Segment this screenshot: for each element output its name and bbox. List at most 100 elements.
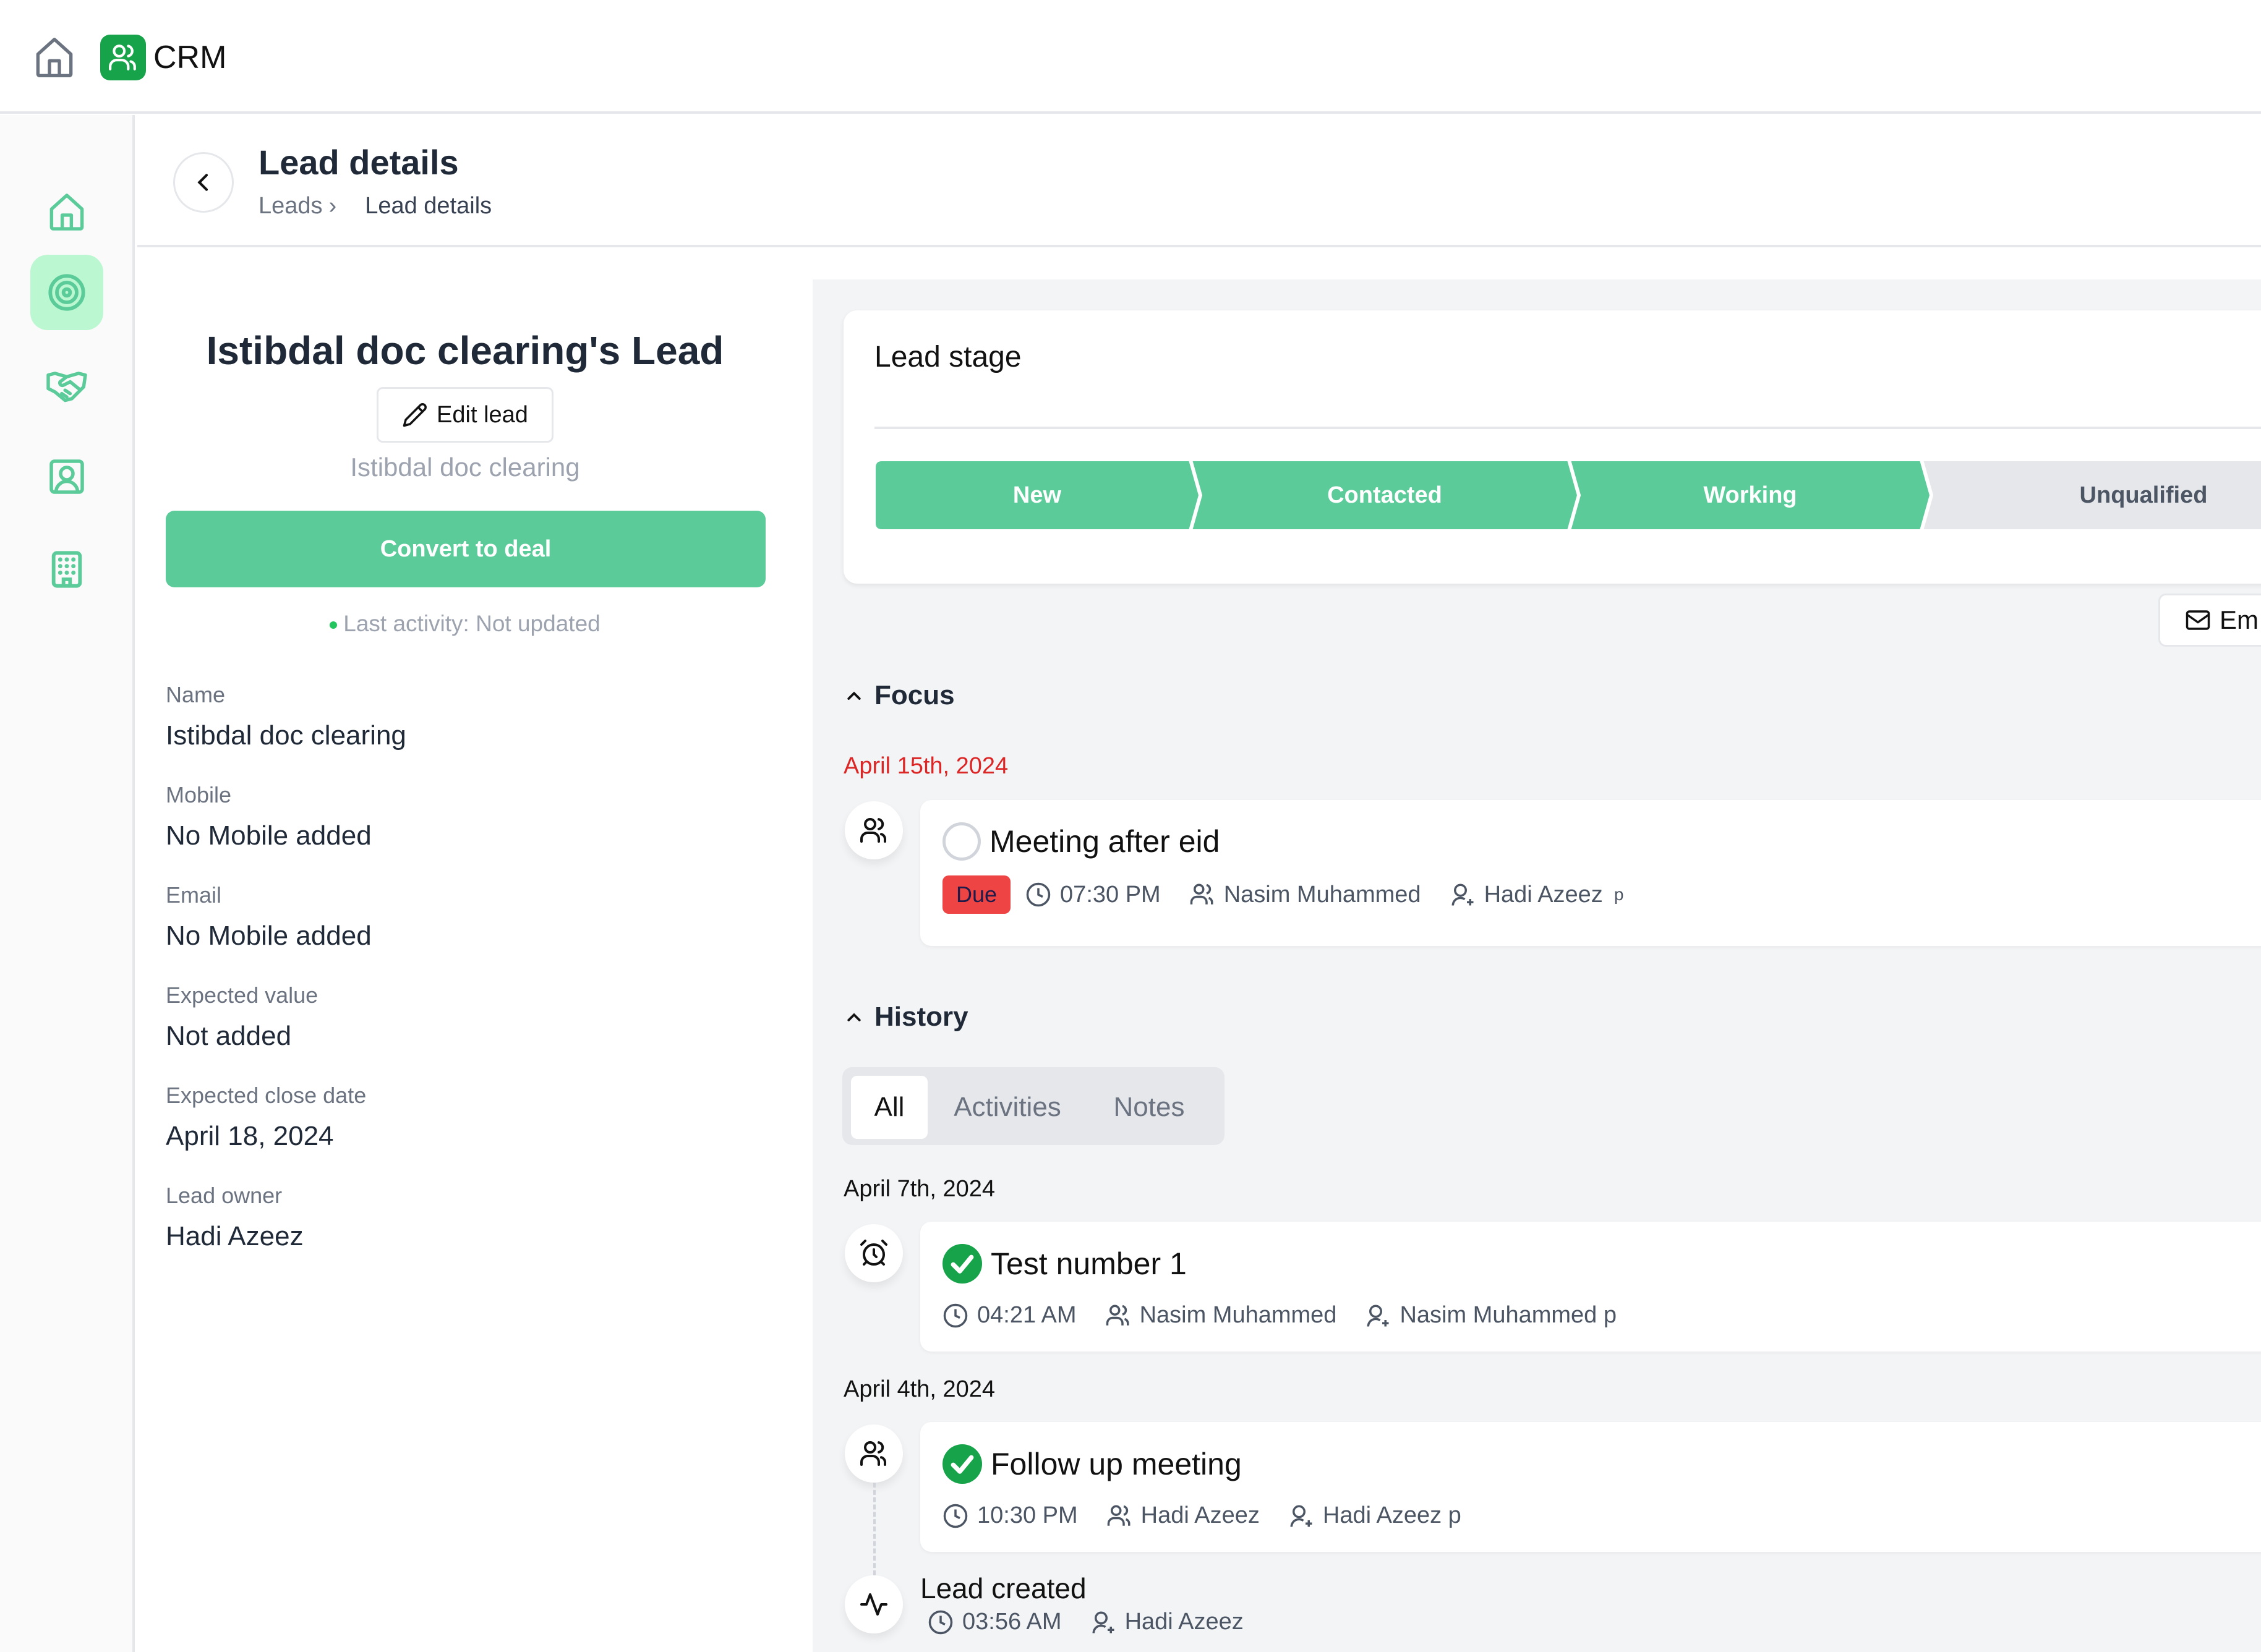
field-mobile: Mobile No Mobile added xyxy=(166,779,406,879)
assignee-suffix: p xyxy=(1613,885,1624,904)
last-activity-text: Last activity: Not updated xyxy=(343,611,601,636)
user-plus-icon xyxy=(1451,883,1474,906)
focus-toggle[interactable]: Focus xyxy=(845,680,955,711)
activity-title-row: Test number 1 xyxy=(942,1244,1187,1284)
tab-all[interactable]: All xyxy=(851,1076,928,1139)
page-header: Lead details Leads › Lead details xyxy=(137,115,2261,247)
handshake-icon xyxy=(46,372,87,402)
stage-pipeline: New Contacted Working Unqualified xyxy=(874,460,2261,530)
field-label: Email xyxy=(166,882,222,908)
field-label: Expected value xyxy=(166,982,318,1008)
contact-card-icon xyxy=(49,459,84,494)
sidebar-item-deals[interactable] xyxy=(30,347,103,423)
app-name: CRM xyxy=(153,40,227,75)
check-circle-icon[interactable] xyxy=(942,1244,982,1284)
activity-meta: 10:30 PM Hadi Azeez Hadi Azeez p xyxy=(942,1502,1461,1529)
complete-checkbox[interactable] xyxy=(942,822,981,861)
clock-icon xyxy=(943,1303,968,1327)
activity-title-row: Meeting after eid xyxy=(942,822,1220,861)
activity-panel: Lead stage New Contacted Working Unqualifie… xyxy=(813,279,2261,1652)
meeting-type-icon xyxy=(845,1424,903,1483)
lead-created-title: Lead created xyxy=(920,1572,1087,1604)
activity-icon xyxy=(860,1593,887,1616)
breadcrumb-separator: › xyxy=(328,193,337,219)
field-value: April 18, 2024 xyxy=(166,1121,334,1151)
building-icon xyxy=(51,551,82,588)
activity-time: 10:30 PM xyxy=(977,1502,1078,1528)
sidebar-item-contacts[interactable] xyxy=(30,439,103,514)
clock-icon xyxy=(928,1610,953,1634)
field-value: Istibdal doc clearing xyxy=(166,720,406,751)
last-activity: Last activity: Not updated xyxy=(137,611,793,637)
lead-created-icon-wrap xyxy=(845,1575,903,1633)
email-button-label: Em xyxy=(2220,605,2259,634)
edit-lead-label: Edit lead xyxy=(437,401,528,428)
sidebar-item-companies[interactable] xyxy=(30,532,103,607)
focus-heading: Focus xyxy=(874,680,955,710)
stage-unqualified[interactable]: Unqualified xyxy=(1922,460,2261,530)
lead-title: Istibdal doc clearing's Lead xyxy=(206,328,724,373)
status-dot xyxy=(330,621,338,629)
history-toggle[interactable]: History xyxy=(845,1002,968,1032)
users-icon xyxy=(1107,1505,1130,1526)
home-icon[interactable] xyxy=(35,36,74,79)
email-button[interactable]: Em xyxy=(2158,594,2261,647)
stage-label: Contacted xyxy=(1327,482,1442,508)
lead-stage-card: Lead stage New Contacted Working Unqualifie… xyxy=(844,310,2261,584)
chevron-up-icon xyxy=(847,691,861,700)
lead-subtitle: Istibdal doc clearing xyxy=(350,453,580,482)
users-icon xyxy=(1190,883,1213,905)
divider xyxy=(874,427,2261,429)
stage-working[interactable]: Working xyxy=(1570,460,1931,530)
check-circle-icon[interactable] xyxy=(942,1444,982,1484)
users-icon xyxy=(860,818,887,843)
breadcrumb: Leads › Lead details xyxy=(259,193,492,219)
tab-notes[interactable]: Notes xyxy=(1087,1076,1211,1139)
history-activity-card[interactable]: Test number 1 04:21 AM Nasim Muhammed Na… xyxy=(920,1222,2261,1352)
field-value: No Mobile added xyxy=(166,921,372,951)
tab-activities[interactable]: Activities xyxy=(941,1076,1074,1139)
activity-meta: 04:21 AM Nasim Muhammed Nasim Muhammed p xyxy=(942,1302,1617,1329)
crm-logo[interactable] xyxy=(100,35,146,80)
activity-participants: Nasim Muhammed xyxy=(1223,881,1421,908)
activity-participants: Nasim Muhammed xyxy=(1139,1302,1337,1328)
due-badge: Due xyxy=(942,875,1011,914)
lead-created-time: 03:56 AM xyxy=(962,1609,1062,1635)
lead-created-meta: 03:56 AM Hadi Azeez xyxy=(928,1609,1244,1635)
sidebar-item-leads[interactable] xyxy=(30,255,103,330)
edit-lead-button[interactable]: Edit lead xyxy=(377,387,553,443)
field-label: Lead owner xyxy=(166,1183,283,1208)
stage-contacted[interactable]: Contacted xyxy=(1191,460,1578,530)
field-value: No Mobile added xyxy=(166,820,372,851)
field-expected-value: Expected value Not added xyxy=(166,979,406,1079)
activity-meta: Due 07:30 PM Nasim Muhammed Hadi Azeez p xyxy=(942,875,1623,914)
history-activity-card[interactable]: Follow up meeting 10:30 PM Hadi Azeez Ha… xyxy=(920,1422,2261,1552)
pencil-icon xyxy=(403,403,427,427)
lead-fields: Name Istibdal doc clearing Mobile No Mob… xyxy=(166,679,406,1280)
meeting-type-icon xyxy=(845,801,903,859)
sidebar-item-home[interactable] xyxy=(30,174,103,250)
users-icon xyxy=(860,1441,887,1466)
activity-title: Meeting after eid xyxy=(989,824,1220,859)
back-button[interactable] xyxy=(173,152,234,213)
user-plus-icon xyxy=(1290,1505,1312,1527)
field-label: Name xyxy=(166,682,226,707)
history-tabs: All Activities Notes xyxy=(842,1067,1225,1145)
sidebar xyxy=(0,115,135,1652)
breadcrumb-current: Lead details xyxy=(365,193,492,219)
focus-activity-card[interactable]: Meeting after eid Due 07:30 PM Nasim Muh… xyxy=(920,800,2261,946)
field-name: Name Istibdal doc clearing xyxy=(166,679,406,779)
lead-summary-panel: Istibdal doc clearing's Lead Edit lead I… xyxy=(137,250,813,1652)
chevron-up-icon xyxy=(847,1013,861,1021)
breadcrumb-leads[interactable]: Leads xyxy=(259,193,323,219)
convert-to-deal-button[interactable]: Convert to deal xyxy=(166,511,766,587)
field-value: Hadi Azeez xyxy=(166,1221,304,1251)
chevron-left-icon xyxy=(197,174,208,191)
activity-time: 07:30 PM xyxy=(1060,881,1161,908)
alarm-clock-icon xyxy=(860,1240,887,1266)
user-plus-icon xyxy=(1367,1305,1389,1327)
activity-time: 04:21 AM xyxy=(977,1302,1077,1328)
stage-new[interactable]: New xyxy=(874,460,1200,530)
mail-icon xyxy=(2186,610,2210,630)
clock-icon xyxy=(943,1504,968,1528)
